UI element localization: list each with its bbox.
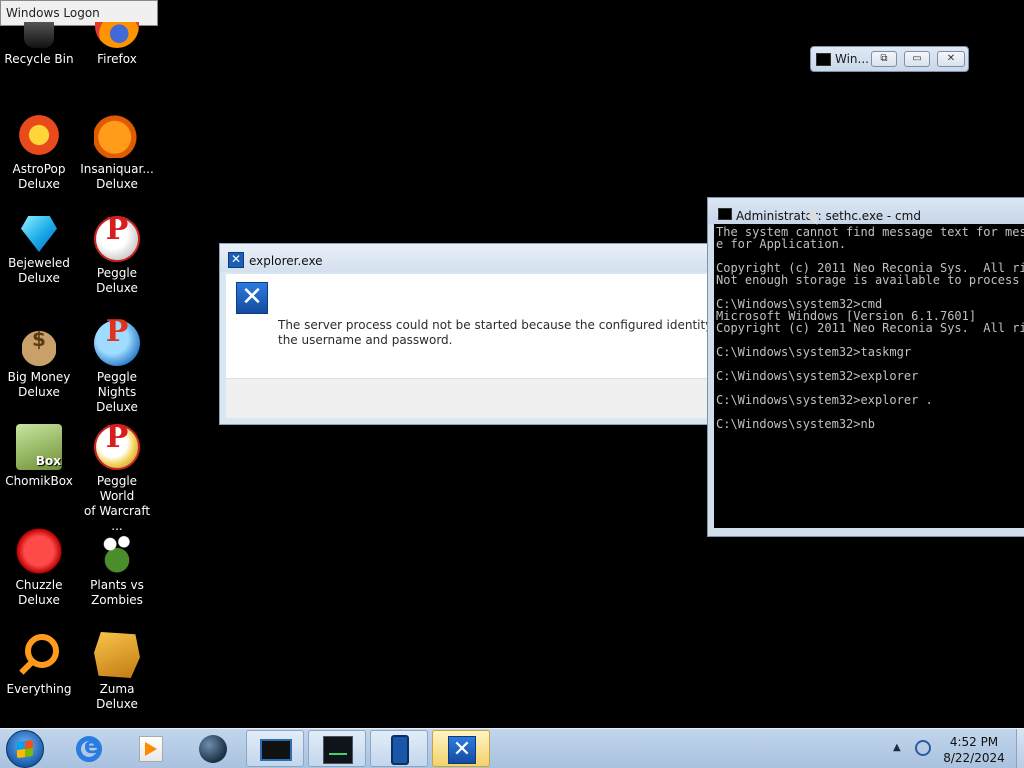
peggle-icon: [94, 216, 140, 262]
globe-app-icon: [199, 735, 227, 763]
taskbar-media-player[interactable]: [122, 730, 180, 767]
taskbar-cmd[interactable]: [246, 730, 304, 767]
taskbar-tablet-app[interactable]: [370, 730, 428, 767]
close-button[interactable]: ✕: [937, 51, 965, 67]
taskbar-error-dialog[interactable]: ✕: [432, 730, 490, 767]
desktop-icon-label: AstroPop Deluxe: [12, 162, 66, 191]
cmd-titlebar[interactable]: Administrator: sethc.exe - cmd: [708, 198, 1024, 224]
desktop-icon-label: Chuzzle Deluxe: [15, 578, 63, 607]
desktop-icon-label: Plants vs Zombies: [90, 578, 144, 607]
minimized-window[interactable]: Win... ⧉ ▭ ✕: [810, 46, 969, 72]
desktop-icon-label: Zuma Deluxe: [96, 682, 138, 711]
desktop-icon-label: Peggle Deluxe: [96, 266, 138, 295]
cmd-window-icon: [718, 208, 732, 220]
minimized-window-title: Win...: [835, 52, 869, 66]
tablet-icon: [391, 735, 409, 765]
desktop-icon-label: ChomikBox: [5, 474, 73, 488]
cmd-window-title: Administrator: sethc.exe - cmd: [736, 209, 921, 223]
desktop-icon-bejeweled[interactable]: Bejeweled Deluxe: [0, 216, 78, 286]
desktop-icon-label: Peggle World of Warcraft ...: [83, 474, 151, 533]
desktop-icon-insaniquarium[interactable]: Insaniquar... Deluxe: [78, 112, 156, 192]
taskbar: ✕ ▲ 4:52 PM 8/22/2024: [0, 728, 1024, 768]
dialog-footer: [226, 378, 738, 418]
desktop-icon-plants-vs-zombies[interactable]: Plants vs Zombies: [78, 528, 156, 608]
recycle-bin-icon: [24, 22, 54, 48]
network-icon[interactable]: [915, 740, 931, 756]
desktop-icon-label: Big Money Deluxe: [7, 370, 71, 399]
desktop-icon-recycle-bin[interactable]: Recycle Bin: [0, 22, 78, 67]
desktop-icon-peggle-nights[interactable]: Peggle Nights Deluxe: [78, 320, 156, 415]
desktop-icon-label: Recycle Bin: [4, 52, 74, 66]
clock-time: 4:52 PM: [949, 735, 999, 749]
maximize-button[interactable]: ▭: [904, 51, 930, 67]
console-output[interactable]: The system cannot find message text for …: [714, 224, 1024, 528]
system-clock[interactable]: 4:52 PM 8/22/2024: [936, 734, 1012, 766]
desktop-icon-firefox[interactable]: Firefox: [78, 22, 156, 67]
dialog-title: explorer.exe: [249, 254, 323, 268]
dialog-content: ✕ The server process could not be starte…: [226, 274, 738, 378]
show-desktop-button[interactable]: [1016, 729, 1024, 768]
media-player-icon: [139, 736, 163, 762]
explorer-error-dialog[interactable]: ✕ explorer.exe ✕ The server process coul…: [219, 243, 739, 425]
cmd-window-icon: [816, 53, 831, 66]
task-manager-icon: [323, 736, 353, 764]
taskbar-internet-explorer[interactable]: [60, 730, 118, 767]
desktop-icon-chuzzle[interactable]: Chuzzle Deluxe: [0, 528, 78, 608]
astropop-icon: [16, 112, 62, 158]
plants-vs-zombies-icon: [94, 528, 140, 574]
insaniquarium-icon: [94, 112, 140, 158]
console-text: The system cannot find message text for …: [716, 225, 1024, 431]
desktop-icon-peggle-warcraft[interactable]: Peggle World of Warcraft ...: [78, 424, 156, 534]
windows-logon-title: Windows Logon: [6, 6, 100, 20]
clock-date: 8/22/2024: [943, 751, 1005, 765]
chuzzle-icon: [16, 528, 62, 574]
desktop-icon-label: Bejeweled Deluxe: [8, 256, 70, 285]
taskbar-task-manager[interactable]: [308, 730, 366, 767]
restore-button[interactable]: ⧉: [871, 51, 897, 67]
desktop-icon-big-money[interactable]: Big Money Deluxe: [0, 320, 78, 400]
error-message: The server process could not be started …: [278, 318, 718, 348]
error-message-line-2: the username and password.: [278, 333, 453, 347]
money-bag-icon: [22, 320, 56, 366]
error-icon: ✕: [236, 282, 268, 314]
desktop-icon-label: Firefox: [97, 52, 137, 66]
desktop-icon-label: Peggle Nights Deluxe: [96, 370, 138, 414]
desktop: Windows Logon Recycle Bin Firefox AstroP…: [0, 0, 1024, 728]
zuma-icon: [94, 632, 140, 678]
error-x-icon: ✕: [448, 736, 476, 764]
windows-start-orb-icon[interactable]: [6, 730, 44, 768]
peggle-nights-icon: [94, 320, 140, 366]
internet-explorer-icon: [76, 734, 102, 762]
desktop-icon-astropop[interactable]: AstroPop Deluxe: [0, 112, 78, 192]
everything-search-icon: [17, 632, 61, 678]
peggle-warcraft-icon: [94, 424, 140, 470]
taskbar-globe-app[interactable]: [184, 730, 242, 767]
desktop-icon-label: Everything: [6, 682, 72, 696]
desktop-icon-label: Insaniquar... Deluxe: [80, 162, 154, 191]
dialog-titlebar[interactable]: ✕ explorer.exe: [220, 244, 738, 272]
cmd-window[interactable]: Administrator: sethc.exe - cmd The syste…: [707, 197, 1024, 537]
error-x-icon: ✕: [228, 252, 244, 268]
desktop-icon-chomikbox[interactable]: ChomikBox: [0, 424, 78, 489]
desktop-icon-zuma[interactable]: Zuma Deluxe: [78, 632, 156, 712]
desktop-icon-everything[interactable]: Everything: [0, 632, 78, 697]
desktop-icon-peggle[interactable]: Peggle Deluxe: [78, 216, 156, 296]
chomikbox-icon: [16, 424, 62, 470]
firefox-icon: [95, 22, 139, 48]
cmd-window-icon: [260, 739, 292, 761]
show-hidden-icons-button[interactable]: ▲: [893, 742, 901, 753]
bejeweled-gem-icon: [21, 216, 57, 252]
error-message-line-1: The server process could not be started …: [278, 318, 718, 332]
